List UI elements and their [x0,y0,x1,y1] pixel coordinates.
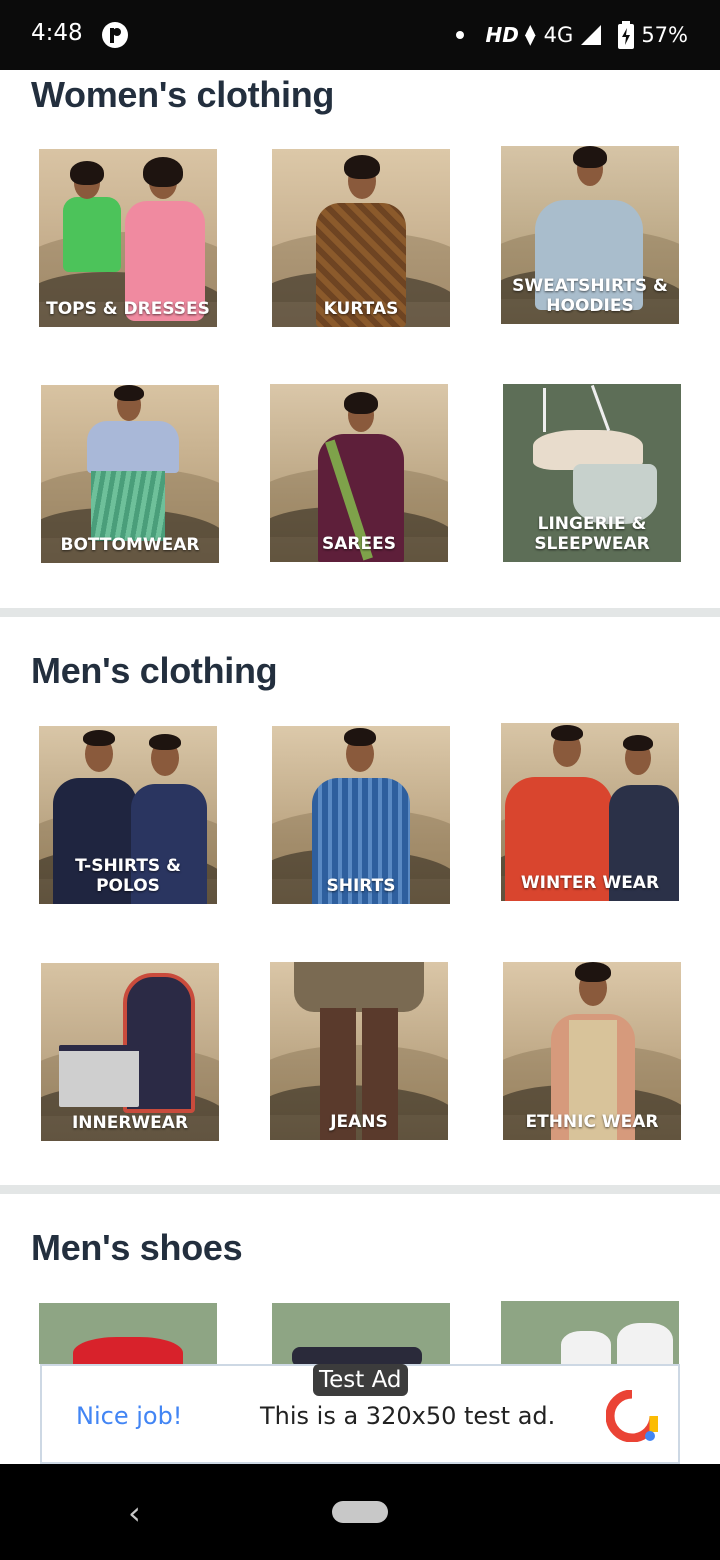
tile-shoes-1[interactable] [39,1303,217,1364]
status-indicators: HD ▲ ▼ 4G 57% [455,20,688,50]
ad-text: This is a 320x50 test ad. [260,1402,556,1430]
tile-shoes-2[interactable] [272,1303,450,1364]
test-ad-badge: Test Ad [313,1364,408,1396]
tile-bottomwear[interactable]: BOTTOMWEAR [41,385,219,563]
tile-label: LINGERIE & SLEEPWEAR [534,514,650,554]
section-title: Men's shoes [31,1227,243,1268]
app-notification-icon [102,22,128,48]
tile-tops-dresses[interactable]: TOPS & DRESSES [39,149,217,327]
system-nav-bar: ‹ [0,1464,720,1560]
section-title: Men's clothing [31,650,278,691]
status-bar: 4:48 HD ▲ ▼ 4G 57% [0,0,720,70]
data-arrows-icon: ▲ ▼ [524,22,536,48]
section-mens-clothing: Men's clothing T-SHIRTS & POLOS SHIRTS W… [0,617,720,1185]
tile-shirts[interactable]: SHIRTS [272,726,450,904]
tile-label: SAREES [322,534,396,554]
tile-ethnic-wear[interactable]: ETHNIC WEAR [503,962,681,1140]
battery-charging-icon [618,21,635,49]
tile-tshirts-polos[interactable]: T-SHIRTS & POLOS [39,726,217,904]
tile-label: WINTER WEAR [520,873,660,893]
battery-percent: 57% [641,23,688,47]
tile-sweatshirts-hoodies[interactable]: SWEATSHIRTS & HOODIES [501,146,679,324]
admob-logo-icon [606,1390,658,1442]
tile-label: JEANS [330,1112,388,1132]
tile-label: ETHNIC WEAR [525,1112,659,1132]
tile-label: TOPS & DRESSES [46,299,210,319]
tile-lingerie-sleepwear[interactable]: LINGERIE & SLEEPWEAR [503,384,681,562]
back-chevron-icon[interactable]: ‹ [128,1494,141,1532]
tile-shoes-3[interactable] [501,1301,679,1364]
ad-cta-text[interactable]: Nice job! [76,1402,182,1430]
section-title: Women's clothing [31,74,335,115]
status-time: 4:48 [31,20,83,46]
tile-sarees[interactable]: SAREES [270,384,448,562]
hd-label: HD [485,23,519,47]
tile-kurtas[interactable]: KURTAS [272,149,450,327]
section-divider [0,608,720,617]
tile-innerwear[interactable]: INNERWEAR [41,963,219,1141]
tile-label: INNERWEAR [71,1113,189,1133]
notification-dot-icon [455,31,464,39]
tile-winter-wear[interactable]: WINTER WEAR [501,723,679,901]
network-type: 4G [543,23,574,47]
tile-label: KURTAS [323,299,399,319]
tile-label: T-SHIRTS & POLOS [75,856,181,896]
home-pill-button[interactable] [332,1501,388,1523]
tile-label: SHIRTS [326,876,396,896]
tile-label: BOTTOMWEAR [60,535,200,555]
signal-icon [581,25,602,45]
section-womens-clothing: Women's clothing TOPS & DRESSES KURTAS S… [0,70,720,608]
tile-label: SWEATSHIRTS & HOODIES [512,276,668,316]
section-divider [0,1185,720,1194]
tile-jeans[interactable]: JEANS [270,962,448,1140]
